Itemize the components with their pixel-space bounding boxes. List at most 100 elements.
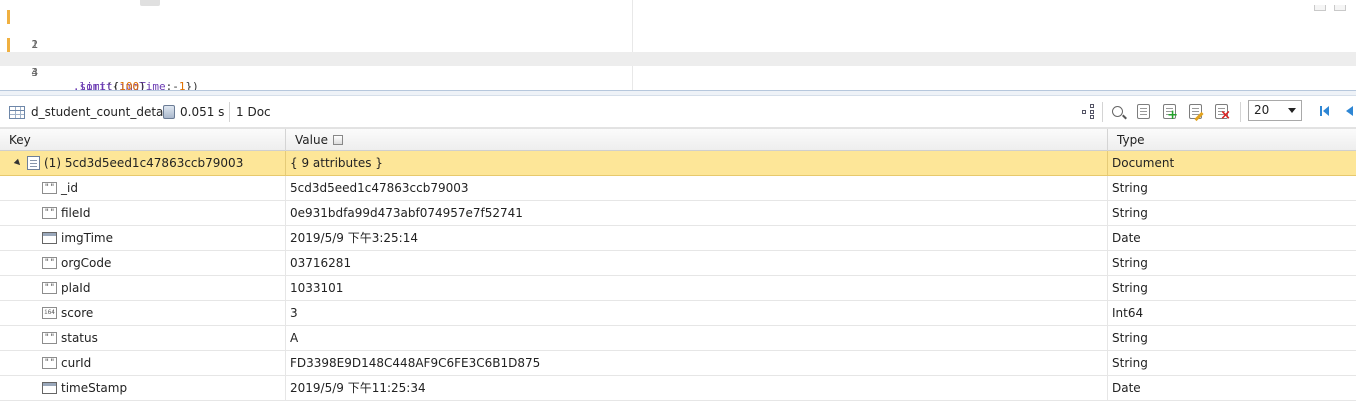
delete-document-icon[interactable] — [1215, 104, 1231, 123]
collapse-arrow-icon[interactable] — [13, 158, 23, 168]
field-value-cell[interactable]: 2019/5/9 下午3:25:14 — [286, 226, 1108, 250]
field-type-cell[interactable]: String — [1108, 351, 1356, 375]
field-value: 0e931bdfa99d473abf074957e7f52741 — [290, 206, 523, 220]
add-document-icon[interactable] — [1163, 104, 1178, 123]
field-value-cell[interactable]: 0e931bdfa99d473abf074957e7f52741 — [286, 201, 1108, 225]
column-header-value[interactable]: Value — [286, 129, 1108, 151]
tree-view-button[interactable] — [1082, 104, 1098, 120]
field-row[interactable]: score 3 Int64 — [0, 301, 1356, 326]
field-key: orgCode — [61, 256, 112, 270]
field-value: 2019/5/9 下午11:25:34 — [290, 381, 426, 395]
field-type-cell[interactable]: String — [1108, 201, 1356, 225]
string-icon — [42, 207, 57, 219]
field-row[interactable]: fileId 0e931bdfa99d473abf074957e7f52741 St… — [0, 201, 1356, 226]
field-key-cell[interactable]: _id — [0, 176, 286, 200]
field-type-cell[interactable]: String — [1108, 276, 1356, 300]
column-header-type[interactable]: Type — [1108, 129, 1356, 151]
field-type: String — [1112, 356, 1148, 370]
gutter-change-marker — [7, 38, 10, 52]
field-type-cell[interactable]: String — [1108, 251, 1356, 275]
column-header-label: Type — [1117, 133, 1145, 147]
document-value: { 9 attributes } — [290, 156, 383, 170]
query-editor[interactable]: 1 db.d_student_count_detail.find({"curId… — [0, 0, 1356, 93]
query-time: 0.051 s — [180, 105, 225, 119]
execution-time: 0.051 s — [163, 105, 224, 119]
field-key: imgTime — [61, 231, 114, 245]
field-type: String — [1112, 331, 1148, 345]
field-value-cell[interactable]: 1033101 — [286, 276, 1108, 300]
field-key: score — [61, 306, 94, 320]
document-key-cell[interactable]: (1) 5cd3d5eed1c47863ccb79003 — [0, 151, 286, 175]
date-icon — [42, 232, 57, 244]
field-key-cell[interactable]: plaId — [0, 276, 286, 300]
field-key-cell[interactable]: timeStamp — [0, 376, 286, 400]
code-line[interactable]: 2 .projection({}) — [0, 24, 1356, 65]
results-tree-grid: Key Value Type (1) 5cd3d5eed1c47863ccb79… — [0, 128, 1356, 403]
field-value: 5cd3d5eed1c47863ccb79003 — [290, 181, 469, 195]
field-value-cell[interactable]: A — [286, 326, 1108, 350]
line-number: 4 — [31, 66, 38, 79]
edit-document-icon[interactable] — [1189, 104, 1202, 119]
grid-header: Key Value Type — [0, 128, 1356, 151]
field-row[interactable]: plaId 1033101 String — [0, 276, 1356, 301]
field-type-cell[interactable]: Date — [1108, 376, 1356, 400]
document-row[interactable]: (1) 5cd3d5eed1c47863ccb79003 { 9 attribu… — [0, 151, 1356, 176]
field-type: Date — [1112, 231, 1141, 245]
field-row[interactable]: _id 5cd3d5eed1c47863ccb79003 String — [0, 176, 1356, 201]
code-line[interactable]: 1 db.d_student_count_detail.find({"curId… — [0, 10, 1356, 65]
string-icon — [42, 332, 57, 344]
field-type-cell[interactable]: String — [1108, 176, 1356, 200]
string-icon — [42, 182, 57, 194]
field-key-cell[interactable]: score — [0, 301, 286, 325]
field-key: curId — [61, 356, 92, 370]
field-value-cell[interactable]: 03716281 — [286, 251, 1108, 275]
field-row[interactable]: status A String — [0, 326, 1356, 351]
field-key-cell[interactable]: curId — [0, 351, 286, 375]
field-row[interactable]: timeStamp 2019/5/9 下午11:25:34 Date — [0, 376, 1356, 401]
field-row[interactable]: orgCode 03716281 String — [0, 251, 1356, 276]
field-key-cell[interactable]: fileId — [0, 201, 286, 225]
field-key: fileId — [61, 206, 91, 220]
field-type-cell[interactable]: String — [1108, 326, 1356, 350]
field-key-cell[interactable]: imgTime — [0, 226, 286, 250]
field-row[interactable]: curId FD3398E9D148C448AF9C6FE3C6B1D875 Str… — [0, 351, 1356, 376]
column-header-label: Value — [295, 133, 328, 147]
toolbar-divider — [1102, 102, 1103, 122]
field-value: A — [290, 331, 299, 345]
field-row[interactable]: imgTime 2019/5/9 下午3:25:14 Date — [0, 226, 1356, 251]
column-options-icon[interactable] — [332, 135, 343, 145]
field-key-cell[interactable]: status — [0, 326, 286, 350]
field-key: plaId — [61, 281, 91, 295]
previous-page-icon[interactable] — [1346, 106, 1353, 116]
code-line[interactable]: 3 .sort({imgTime:-1}) — [0, 38, 1356, 93]
collection-name: d_student_count_detail — [31, 105, 171, 119]
field-value: 1033101 — [290, 281, 344, 295]
view-json-icon[interactable] — [1137, 104, 1150, 119]
field-type-cell[interactable]: Date — [1108, 226, 1356, 250]
view-document-icon[interactable] — [1112, 106, 1123, 117]
field-value-cell[interactable]: 3 — [286, 301, 1108, 325]
field-key: _id — [61, 181, 78, 195]
column-header-key[interactable]: Key — [0, 129, 286, 151]
field-key-cell[interactable]: orgCode — [0, 251, 286, 275]
field-type: String — [1112, 281, 1148, 295]
editor-scroll-thumb[interactable] — [140, 0, 160, 6]
field-type: String — [1112, 256, 1148, 270]
document-type: Document — [1112, 156, 1175, 170]
document-value-cell[interactable]: { 9 attributes } — [286, 151, 1108, 175]
field-value: 3 — [290, 306, 298, 320]
field-value: 03716281 — [290, 256, 352, 270]
string-icon — [42, 257, 57, 269]
document-type-cell[interactable]: Document — [1108, 151, 1356, 175]
field-type-cell[interactable]: Int64 — [1108, 301, 1356, 325]
field-value-cell[interactable]: 5cd3d5eed1c47863ccb79003 — [286, 176, 1108, 200]
page-size-select[interactable]: 20 — [1248, 100, 1302, 121]
field-value-cell[interactable]: 2019/5/9 下午11:25:34 — [286, 376, 1108, 400]
field-value-cell[interactable]: FD3398E9D148C448AF9C6FE3C6B1D875 — [286, 351, 1108, 375]
field-value: FD3398E9D148C448AF9C6FE3C6B1D875 — [290, 356, 541, 370]
code-line-active[interactable]: 4 .limit(100) — [0, 52, 1356, 93]
document-key: (1) 5cd3d5eed1c47863ccb79003 — [44, 156, 244, 170]
column-header-label: Key — [9, 133, 31, 147]
stopwatch-icon — [163, 105, 175, 119]
first-page-icon[interactable] — [1320, 105, 1330, 117]
